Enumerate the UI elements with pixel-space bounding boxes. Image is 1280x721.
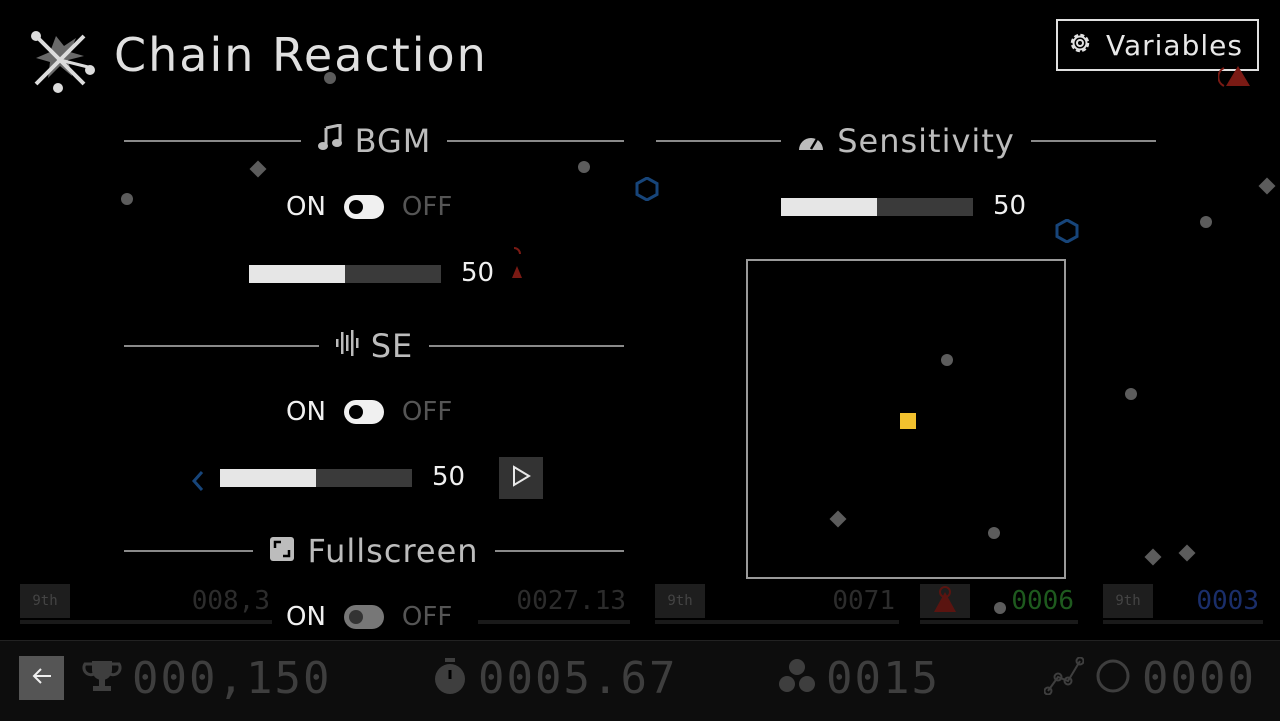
particle bbox=[578, 161, 590, 173]
app-title: Chain Reaction bbox=[114, 28, 488, 82]
gauge-icon bbox=[797, 122, 825, 160]
gear-icon bbox=[1066, 29, 1094, 61]
sensitivity-fill bbox=[781, 198, 877, 216]
ghost-row-time: 0027.13 bbox=[478, 584, 630, 624]
circle-icon bbox=[1094, 657, 1132, 699]
bgm-toggle-row: ON OFF bbox=[286, 192, 452, 222]
se-preview-play-button[interactable] bbox=[499, 457, 543, 499]
fullscreen-section-header: Fullscreen bbox=[124, 531, 624, 571]
play-icon bbox=[511, 465, 531, 491]
se-volume-slider[interactable] bbox=[220, 469, 412, 487]
fullscreen-title: Fullscreen bbox=[307, 532, 479, 570]
stopwatch-icon bbox=[432, 657, 468, 699]
ghost-row-blue: 9th 0003 bbox=[1103, 584, 1263, 624]
particle bbox=[1178, 544, 1196, 562]
ghost-value: 0006 bbox=[1011, 586, 1074, 616]
sensitivity-cursor bbox=[900, 413, 916, 429]
se-title: SE bbox=[370, 327, 414, 365]
particle bbox=[249, 160, 267, 178]
links-value: 0000 bbox=[1142, 652, 1256, 704]
score-value: 000,150 bbox=[132, 652, 332, 704]
bgm-title: BGM bbox=[354, 122, 432, 160]
bgm-off-label[interactable]: OFF bbox=[402, 192, 452, 222]
ghost-value: 0027.13 bbox=[516, 586, 626, 616]
particle bbox=[1200, 216, 1212, 228]
se-toggle-switch[interactable] bbox=[343, 400, 384, 424]
bgm-volume-fill bbox=[249, 265, 345, 283]
sound-wave-icon bbox=[335, 327, 359, 365]
particle bbox=[121, 193, 133, 205]
count-value: 0015 bbox=[826, 652, 940, 704]
se-section-header: SE bbox=[124, 326, 624, 366]
back-button[interactable] bbox=[19, 656, 64, 700]
ghost-rank bbox=[920, 584, 970, 618]
blue-shard-particle bbox=[190, 470, 206, 496]
particle bbox=[1258, 177, 1276, 195]
cluster-icon bbox=[778, 658, 816, 698]
ghost-rank: 9th bbox=[1103, 584, 1153, 618]
particle bbox=[1125, 388, 1137, 400]
ghost-row-score: 9th 008,3 bbox=[20, 584, 274, 624]
ghost-rank: 9th bbox=[20, 584, 70, 618]
sensitivity-value: 50 bbox=[993, 191, 1027, 221]
particle bbox=[988, 527, 1000, 539]
fullscreen-toggle-switch[interactable] bbox=[343, 605, 384, 629]
se-volume-value: 50 bbox=[432, 462, 466, 492]
blue-hex-particle bbox=[1055, 218, 1079, 247]
se-volume-fill bbox=[220, 469, 316, 487]
fullscreen-toggle-row: ON OFF bbox=[286, 602, 452, 632]
bgm-volume-value: 50 bbox=[461, 258, 495, 288]
sensitivity-section-header: Sensitivity bbox=[656, 121, 1156, 161]
chain-reaction-logo-icon bbox=[24, 26, 96, 94]
red-triangle-particle bbox=[510, 246, 524, 284]
se-on-label[interactable]: ON bbox=[286, 397, 326, 427]
trophy-icon bbox=[82, 658, 122, 698]
ghost-row-red: 0006 bbox=[920, 584, 1078, 624]
particle bbox=[324, 72, 336, 84]
particle bbox=[941, 354, 953, 366]
se-off-label[interactable]: OFF bbox=[402, 397, 452, 427]
variables-label: Variables bbox=[1106, 28, 1243, 62]
red-triangle-particle bbox=[1217, 64, 1252, 92]
fullscreen-icon bbox=[269, 532, 295, 570]
fullscreen-off-label[interactable]: OFF bbox=[402, 602, 452, 632]
sensitivity-slider[interactable] bbox=[781, 198, 973, 216]
fullscreen-on-label[interactable]: ON bbox=[286, 602, 326, 632]
score-stat: 000,150 bbox=[82, 650, 331, 706]
ghost-value: 0071 bbox=[832, 586, 895, 616]
particle bbox=[1144, 548, 1162, 566]
graph-icon bbox=[1043, 656, 1085, 699]
time-value: 0005.67 bbox=[478, 652, 678, 704]
music-note-icon bbox=[317, 122, 343, 160]
bgm-toggle-switch[interactable] bbox=[343, 195, 384, 219]
se-toggle-row: ON OFF bbox=[286, 397, 452, 427]
back-arrow-icon bbox=[31, 667, 53, 689]
blue-hex-particle bbox=[635, 176, 659, 205]
bgm-section-header: BGM bbox=[124, 121, 625, 161]
ghost-row-count: 9th 0071 bbox=[655, 584, 899, 624]
bgm-volume-slider[interactable] bbox=[249, 265, 441, 283]
count-stat: 0015 bbox=[778, 650, 940, 706]
bgm-on-label[interactable]: ON bbox=[286, 192, 326, 222]
ghost-value: 0003 bbox=[1196, 586, 1259, 616]
ghost-value: 008,3 bbox=[191, 586, 270, 616]
links-stat: 0000 bbox=[1043, 650, 1256, 706]
sensitivity-title: Sensitivity bbox=[837, 122, 1015, 160]
time-stat: 0005.67 bbox=[432, 650, 677, 706]
ghost-rank: 9th bbox=[655, 584, 705, 618]
